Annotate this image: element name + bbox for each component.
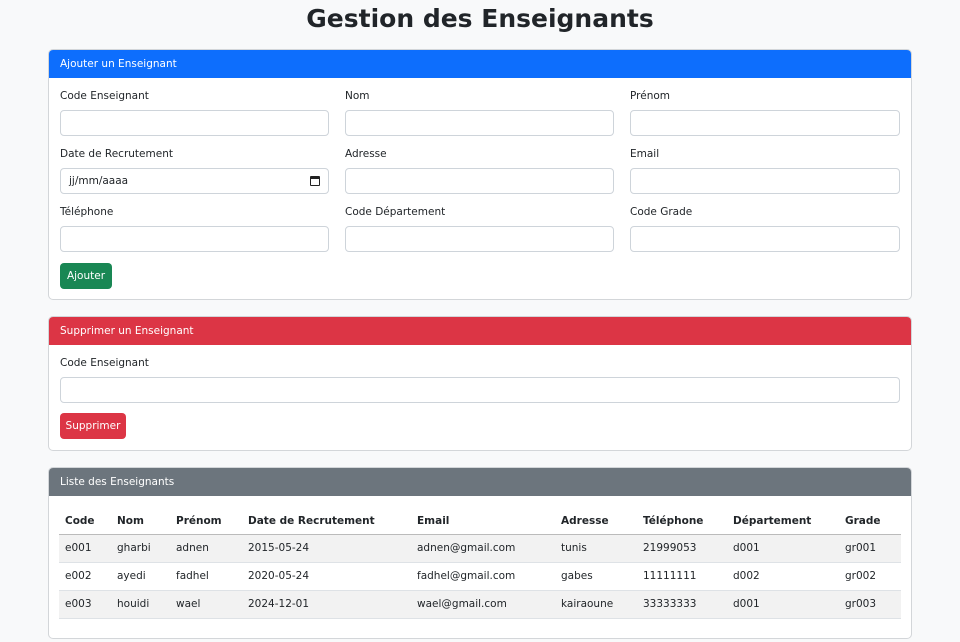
table-cell: fadhel@gmail.com — [411, 562, 555, 591]
table-cell: d001 — [727, 590, 839, 619]
email-input[interactable] — [630, 168, 900, 194]
table-cell: fadhel — [170, 562, 242, 591]
col-email: Email — [411, 508, 555, 535]
table-cell: 33333333 — [637, 590, 727, 619]
table-cell: d002 — [727, 562, 839, 591]
table-cell: houidi — [111, 590, 170, 619]
col-departement: Département — [727, 508, 839, 535]
table-cell: tunis — [555, 534, 637, 563]
delete-code-input[interactable] — [60, 377, 900, 403]
table-header-row: Code Nom Prénom Date de Recrutement Emai… — [59, 508, 901, 535]
table-cell: wael@gmail.com — [411, 590, 555, 619]
adresse-label: Adresse — [345, 148, 387, 160]
col-prenom: Prénom — [170, 508, 242, 535]
table-row: e003 houidi wael 2024-12-01 wael@gmail.c… — [59, 590, 901, 619]
table-cell: adnen@gmail.com — [411, 534, 555, 563]
date-label: Date de Recrutement — [60, 148, 173, 160]
col-nom: Nom — [111, 508, 170, 535]
telephone-input[interactable] — [60, 226, 329, 252]
table-cell: e003 — [59, 590, 111, 619]
table-cell: 2024-12-01 — [242, 590, 411, 619]
table-cell: e002 — [59, 562, 111, 591]
grade-label: Code Grade — [630, 206, 693, 218]
table-cell: gr001 — [839, 534, 901, 563]
col-telephone: Téléphone — [637, 508, 727, 535]
departement-input[interactable] — [345, 226, 614, 252]
date-placeholder: jj/mm/aaaa — [69, 175, 129, 187]
table-cell: e001 — [59, 534, 111, 563]
calendar-icon[interactable] — [310, 176, 320, 186]
prenom-label: Prénom — [630, 90, 671, 102]
page-title: Gestion des Enseignants — [306, 4, 654, 33]
add-button[interactable]: Ajouter — [60, 263, 112, 289]
table-cell: gr003 — [839, 590, 901, 619]
table-cell: 2015-05-24 — [242, 534, 411, 563]
add-teacher-header: Ajouter un Enseignant — [49, 50, 911, 78]
delete-teacher-header: Supprimer un Enseignant — [49, 317, 911, 345]
table-cell: d001 — [727, 534, 839, 563]
adresse-input[interactable] — [345, 168, 614, 194]
table-cell: 21999053 — [637, 534, 727, 563]
prenom-input[interactable] — [630, 110, 900, 136]
date-input[interactable]: jj/mm/aaaa — [60, 168, 329, 194]
table-cell: wael — [170, 590, 242, 619]
grade-input[interactable] — [630, 226, 900, 252]
add-teacher-card: Ajouter un Enseignant Code Enseignant No… — [48, 49, 912, 300]
teacher-table: Code Nom Prénom Date de Recrutement Emai… — [59, 508, 901, 619]
teacher-list-header: Liste des Enseignants — [49, 468, 911, 496]
table-cell: adnen — [170, 534, 242, 563]
col-code: Code — [59, 508, 111, 535]
nom-label: Nom — [345, 90, 370, 102]
table-cell: gharbi — [111, 534, 170, 563]
code-label: Code Enseignant — [60, 90, 149, 102]
table-cell: kairaoune — [555, 590, 637, 619]
telephone-label: Téléphone — [60, 206, 114, 218]
teacher-list-card: Liste des Enseignants Code Nom Prénom Da… — [48, 467, 912, 639]
email-label: Email — [630, 148, 660, 160]
delete-button[interactable]: Supprimer — [60, 413, 126, 439]
table-cell: gr002 — [839, 562, 901, 591]
table-cell: 2020-05-24 — [242, 562, 411, 591]
delete-teacher-card: Supprimer un Enseignant Code Enseignant … — [48, 316, 912, 451]
col-adresse: Adresse — [555, 508, 637, 535]
table-cell: ayedi — [111, 562, 170, 591]
col-date: Date de Recrutement — [242, 508, 411, 535]
table-row: e001 gharbi adnen 2015-05-24 adnen@gmail… — [59, 534, 901, 563]
code-input[interactable] — [60, 110, 329, 136]
departement-label: Code Département — [345, 206, 446, 218]
col-grade: Grade — [839, 508, 901, 535]
table-row: e002 ayedi fadhel 2020-05-24 fadhel@gmai… — [59, 562, 901, 591]
table-cell: 11111111 — [637, 562, 727, 591]
table-cell: gabes — [555, 562, 637, 591]
delete-code-label: Code Enseignant — [60, 357, 149, 369]
nom-input[interactable] — [345, 110, 614, 136]
